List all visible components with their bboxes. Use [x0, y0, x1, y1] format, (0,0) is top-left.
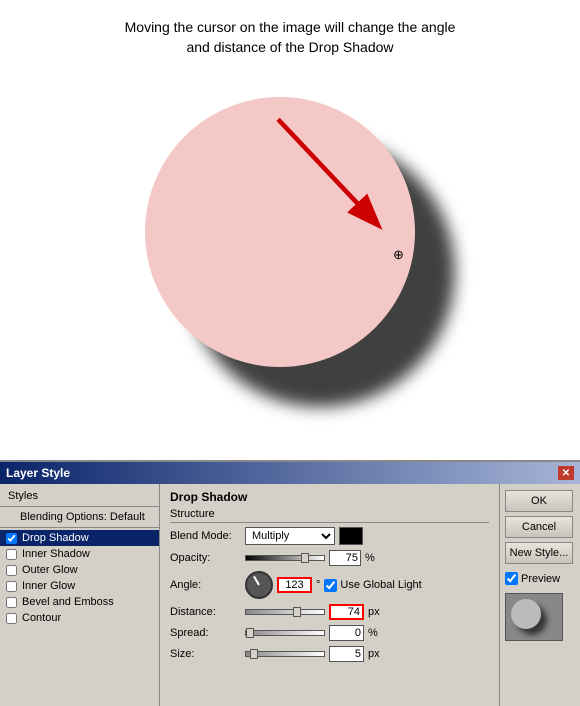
size-controls: px: [245, 646, 489, 662]
bevel-emboss-label: Bevel and Emboss: [22, 596, 114, 608]
cursor-indicator: ⊕: [393, 249, 404, 262]
opacity-label: Opacity:: [170, 552, 245, 564]
drop-shadow-label: Drop Shadow: [22, 532, 89, 544]
distance-input[interactable]: [329, 604, 364, 620]
opacity-row: Opacity: %: [170, 550, 489, 566]
styles-panel-header: Styles: [0, 488, 159, 504]
drop-shadow-item[interactable]: Drop Shadow: [0, 530, 159, 546]
styles-divider-2: [0, 527, 159, 528]
preview-checkbox-group: Preview: [505, 572, 575, 585]
dialog-title: Layer Style: [6, 466, 70, 480]
distance-slider[interactable]: [245, 609, 325, 615]
blend-color-swatch[interactable]: [339, 527, 363, 545]
arrow-indicator: [255, 107, 405, 247]
global-light-label: Use Global Light: [340, 579, 421, 591]
preview-thumbnail: [505, 593, 563, 641]
new-style-button[interactable]: New Style...: [505, 542, 573, 564]
spread-slider[interactable]: [245, 630, 325, 636]
angle-row: Angle: ° Use Global Light: [170, 571, 489, 599]
blend-mode-row: Blend Mode: Multiply: [170, 527, 489, 545]
preview-area: Moving the cursor on the image will chan…: [0, 0, 580, 460]
angle-controls: ° Use Global Light: [245, 571, 489, 599]
contour-item[interactable]: Contour: [0, 610, 159, 626]
contour-checkbox[interactable]: [6, 613, 17, 624]
inner-shadow-checkbox[interactable]: [6, 549, 17, 560]
styles-panel: Styles Blending Options: Default Drop Sh…: [0, 484, 160, 706]
opacity-controls: %: [245, 550, 489, 566]
angle-dial[interactable]: [245, 571, 273, 599]
angle-needle: [253, 576, 260, 586]
distance-controls: px: [245, 604, 489, 620]
blending-options-item[interactable]: Blending Options: Default: [0, 509, 159, 525]
spread-input[interactable]: [329, 625, 364, 641]
right-buttons-panel: OK Cancel New Style... Preview: [500, 484, 580, 706]
angle-unit: °: [316, 579, 320, 591]
distance-label: Distance:: [170, 606, 245, 618]
global-light-checkbox[interactable]: [324, 579, 337, 592]
angle-label: Angle:: [170, 579, 245, 591]
distance-unit: px: [368, 606, 380, 618]
blend-mode-controls: Multiply: [245, 527, 489, 545]
preview-circle: [511, 599, 541, 629]
drop-shadow-checkbox[interactable]: [6, 533, 17, 544]
opacity-slider[interactable]: [245, 555, 325, 561]
preview-checkbox[interactable]: [505, 572, 518, 585]
outer-glow-checkbox[interactable]: [6, 565, 17, 576]
inner-glow-checkbox[interactable]: [6, 581, 17, 592]
size-unit: px: [368, 648, 380, 660]
instruction-line2: and distance of the Drop Shadow: [186, 39, 393, 55]
dialog-content: Styles Blending Options: Default Drop Sh…: [0, 484, 580, 706]
dialog-title-bar: Layer Style ✕: [0, 462, 580, 484]
contour-label: Contour: [22, 612, 61, 624]
size-label: Size:: [170, 648, 245, 660]
layer-style-dialog: Layer Style ✕ Styles Blending Options: D…: [0, 460, 580, 704]
distance-row: Distance: px: [170, 604, 489, 620]
blend-mode-dropdown[interactable]: Multiply: [245, 527, 335, 545]
spread-row: Spread: %: [170, 625, 489, 641]
inner-shadow-label: Inner Shadow: [22, 548, 90, 560]
size-thumb[interactable]: [250, 649, 258, 659]
inner-glow-label: Inner Glow: [22, 580, 75, 592]
global-light-control: Use Global Light: [324, 579, 421, 592]
spread-label: Spread:: [170, 627, 245, 639]
ok-button[interactable]: OK: [505, 490, 573, 512]
opacity-thumb[interactable]: [301, 553, 309, 563]
cancel-button[interactable]: Cancel: [505, 516, 573, 538]
close-button[interactable]: ✕: [558, 466, 574, 480]
spread-controls: %: [245, 625, 489, 641]
distance-thumb[interactable]: [293, 607, 301, 617]
bevel-emboss-checkbox[interactable]: [6, 597, 17, 608]
circle-container: ⊕: [145, 87, 435, 377]
inner-shadow-item[interactable]: Inner Shadow: [0, 546, 159, 562]
blend-mode-label: Blend Mode:: [170, 530, 245, 542]
outer-glow-item[interactable]: Outer Glow: [0, 562, 159, 578]
styles-divider-1: [0, 506, 159, 507]
size-row: Size: px: [170, 646, 489, 662]
bevel-emboss-item[interactable]: Bevel and Emboss: [0, 594, 159, 610]
instruction-text: Moving the cursor on the image will chan…: [125, 18, 456, 57]
outer-glow-label: Outer Glow: [22, 564, 78, 576]
instruction-line1: Moving the cursor on the image will chan…: [125, 19, 456, 35]
opacity-input[interactable]: [329, 550, 361, 566]
blending-options-label: Blending Options: Default: [20, 511, 145, 523]
size-input[interactable]: [329, 646, 364, 662]
spread-unit: %: [368, 627, 378, 639]
opacity-unit: %: [365, 552, 375, 564]
inner-glow-item[interactable]: Inner Glow: [0, 578, 159, 594]
drop-shadow-settings-panel: Drop Shadow Structure Blend Mode: Multip…: [160, 484, 500, 706]
section-title: Drop Shadow: [170, 490, 489, 504]
structure-subtitle: Structure: [170, 508, 489, 523]
angle-input[interactable]: [277, 577, 312, 593]
spread-thumb[interactable]: [246, 628, 254, 638]
preview-label: Preview: [521, 573, 560, 585]
size-slider[interactable]: [245, 651, 325, 657]
